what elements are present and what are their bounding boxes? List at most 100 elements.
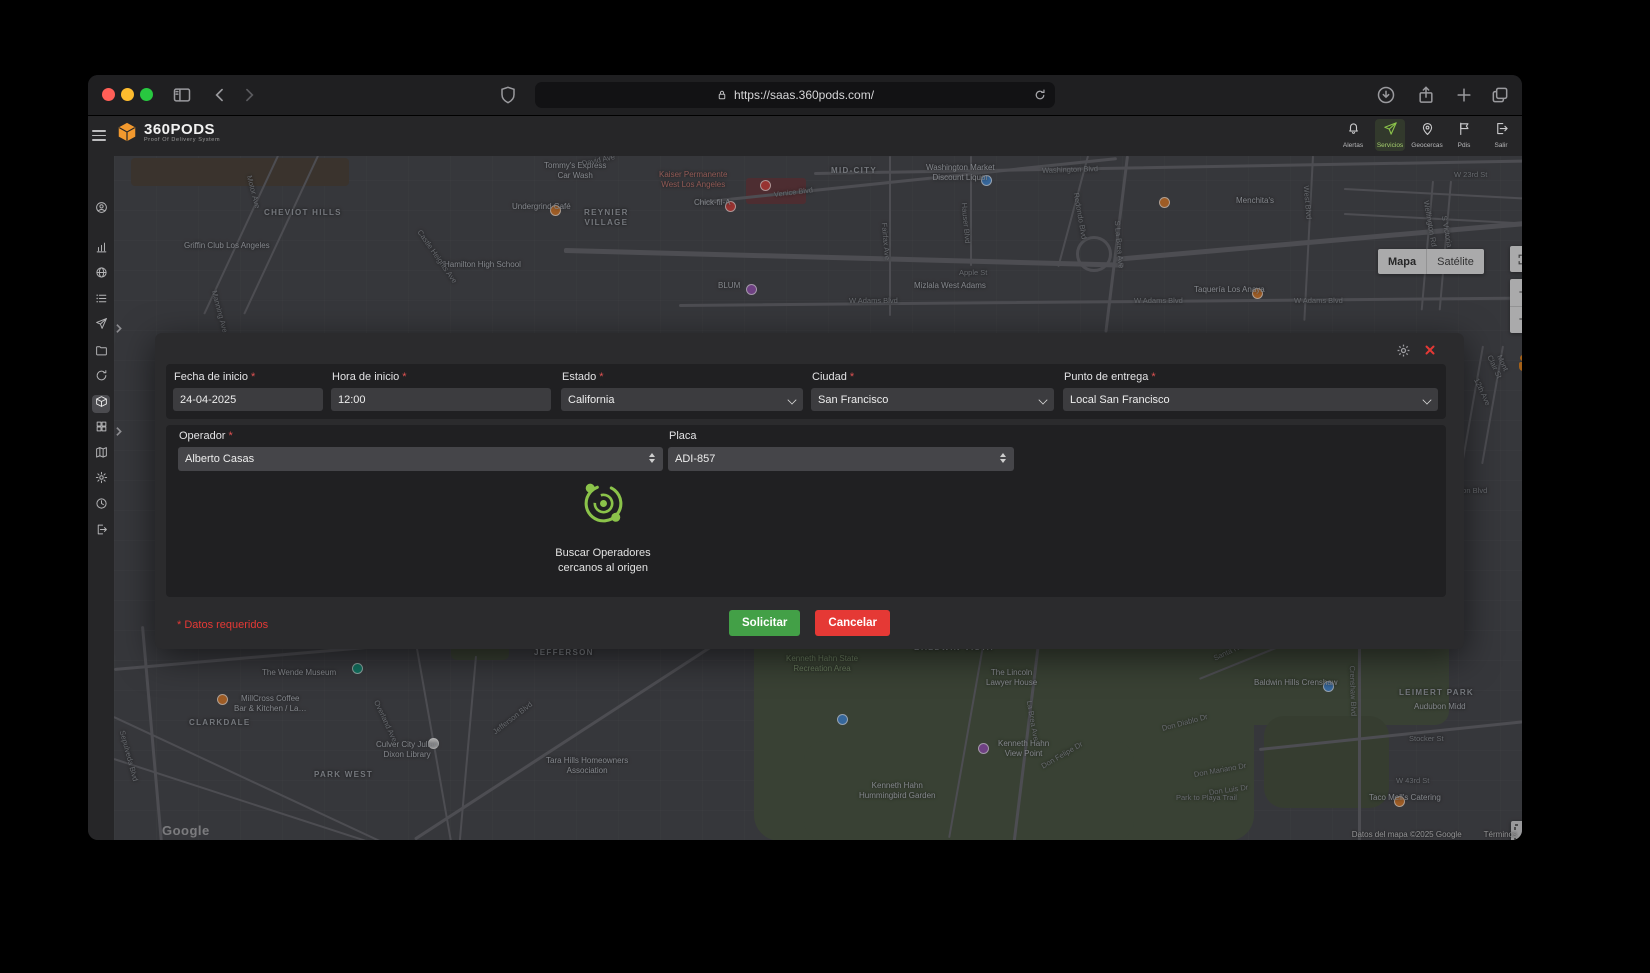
app-title: 360PODS bbox=[144, 122, 220, 137]
sidebar-item-folder[interactable] bbox=[92, 344, 110, 362]
sidebar-item-send[interactable] bbox=[92, 317, 110, 335]
map-poi-marker[interactable] bbox=[837, 714, 848, 725]
pegman-icon[interactable] bbox=[1515, 355, 1522, 372]
globe-icon bbox=[95, 266, 108, 284]
punto-entrega-select[interactable]: Local San Francisco bbox=[1063, 388, 1438, 411]
map-label: CHEVIOT HILLS bbox=[264, 208, 342, 218]
map-label: Sepulveda Blvd bbox=[117, 729, 140, 782]
tab-overview-icon[interactable] bbox=[1490, 85, 1510, 105]
sidebar-item-map[interactable] bbox=[92, 446, 110, 464]
sidebar-item-globe[interactable] bbox=[92, 266, 110, 284]
select-arrows-icon bbox=[649, 453, 655, 463]
sidebar-item-logout[interactable] bbox=[92, 523, 110, 541]
map-label: Apple St bbox=[959, 268, 987, 277]
map-type-control: Mapa Satélite bbox=[1378, 249, 1484, 274]
chevron-down-icon bbox=[1422, 395, 1431, 404]
lock-icon bbox=[716, 89, 728, 101]
ciudad-select[interactable]: San Francisco bbox=[811, 388, 1054, 411]
map-label: The Lincoln Lawyer House bbox=[986, 668, 1037, 688]
map-road bbox=[412, 626, 452, 840]
menu-toggle-icon[interactable] bbox=[92, 130, 106, 141]
chevron-down-icon bbox=[1038, 395, 1047, 404]
map-label: Audubon Midd bbox=[1414, 702, 1466, 712]
folder-icon bbox=[95, 344, 108, 362]
nav-servicios[interactable]: Servicios bbox=[1375, 119, 1405, 151]
downloads-icon[interactable] bbox=[1376, 85, 1396, 105]
map-label: Kenneth Hahn State Recreation Area bbox=[786, 654, 858, 674]
sync-icon bbox=[95, 369, 108, 387]
nav-label: Pdis bbox=[1458, 142, 1471, 149]
paper-plane-icon bbox=[1383, 121, 1398, 141]
zoom-window-button[interactable] bbox=[140, 88, 153, 101]
map-poi-marker[interactable] bbox=[1159, 197, 1170, 208]
shield-icon[interactable] bbox=[498, 85, 518, 105]
app-header: 360PODSProof Of Delivery System AlertasS… bbox=[88, 116, 1522, 156]
stats-icon bbox=[95, 241, 108, 259]
sidebar-item-history[interactable] bbox=[92, 497, 110, 515]
map-poi-marker[interactable] bbox=[746, 284, 757, 295]
placa-select[interactable]: ADI-857 bbox=[668, 447, 1014, 471]
zoom-out-button[interactable]: − bbox=[1510, 307, 1522, 334]
map-poi-marker[interactable] bbox=[352, 663, 363, 674]
modal-close-icon[interactable] bbox=[1423, 343, 1437, 357]
map-poi-marker[interactable] bbox=[760, 180, 771, 191]
list-icon bbox=[95, 292, 108, 310]
zoom-in-button[interactable]: + bbox=[1510, 279, 1522, 307]
form-row-2: Operador* Alberto Casas Placa ADI-857 Bu… bbox=[166, 425, 1446, 597]
back-icon[interactable] bbox=[210, 85, 230, 105]
exit-icon bbox=[1494, 121, 1509, 141]
minimize-window-button[interactable] bbox=[121, 88, 134, 101]
field-label: Hora de inicio* bbox=[332, 371, 551, 383]
cancelar-button[interactable]: Cancelar bbox=[815, 610, 890, 636]
nav-alertas[interactable]: Alertas bbox=[1338, 119, 1368, 151]
hora-inicio-input[interactable]: 12:00 bbox=[331, 388, 551, 411]
map-label: W Adams Blvd bbox=[1134, 296, 1183, 305]
sidebar-toggle-icon[interactable] bbox=[172, 85, 192, 105]
sidebar-item-account[interactable] bbox=[92, 201, 110, 219]
map-poi-marker[interactable] bbox=[217, 694, 228, 705]
map-label: The Wende Museum bbox=[262, 668, 336, 678]
sidebar-item-list[interactable] bbox=[92, 292, 110, 310]
map-label: MillCross Coffee Bar & Kitchen / La… bbox=[234, 694, 306, 714]
solicitar-button[interactable]: Solicitar bbox=[729, 610, 800, 636]
map-label: Overland Ave bbox=[372, 699, 399, 744]
map-label: Griffin Club Los Angeles bbox=[184, 241, 270, 251]
new-tab-icon[interactable] bbox=[1454, 85, 1474, 105]
modal-settings-icon[interactable] bbox=[1396, 343, 1411, 358]
share-icon[interactable] bbox=[1416, 85, 1436, 105]
map-label: Undergrind Café bbox=[512, 202, 571, 212]
field-label: Operador* bbox=[179, 430, 663, 442]
sidebar-item-stats[interactable] bbox=[92, 241, 110, 259]
google-watermark: Google bbox=[162, 823, 210, 838]
reload-icon[interactable] bbox=[1033, 88, 1047, 102]
map-poi-marker[interactable] bbox=[978, 743, 989, 754]
nav-salir[interactable]: Salir bbox=[1486, 119, 1516, 151]
nav-pdis[interactable]: Pdis bbox=[1449, 119, 1479, 151]
map-label: Kenneth Hahn Hummingbird Garden bbox=[859, 781, 935, 801]
address-bar[interactable]: https://saas.360pods.com/ bbox=[535, 82, 1055, 108]
search-operators-helper: Buscar Operadorescercanos al origen bbox=[518, 480, 688, 576]
sidebar-item-grid[interactable] bbox=[92, 420, 110, 438]
nav-geocercas[interactable]: Geocercas bbox=[1412, 119, 1442, 151]
terms-link[interactable]: Términos bbox=[1484, 830, 1517, 839]
close-window-button[interactable] bbox=[102, 88, 115, 101]
submenu-chevron-icon bbox=[112, 425, 117, 433]
map-label: LEIMERT PARK bbox=[1399, 688, 1474, 698]
sidebar-item-package[interactable] bbox=[92, 395, 110, 413]
map-road bbox=[459, 656, 477, 840]
map-road bbox=[814, 160, 1522, 175]
sidebar-item-sync[interactable] bbox=[92, 369, 110, 387]
map-type-satelite-button[interactable]: Satélite bbox=[1427, 249, 1484, 274]
map-type-mapa-button[interactable]: Mapa bbox=[1378, 249, 1427, 274]
sidebar-item-settings[interactable] bbox=[92, 471, 110, 489]
forward-icon[interactable] bbox=[239, 85, 259, 105]
map-canvas[interactable]: MID-CITYCHEVIOT HILLSREYNIER VILLAGECARL… bbox=[114, 156, 1522, 840]
map-label: PARK WEST bbox=[314, 770, 373, 780]
fecha-inicio-input[interactable]: 24-04-2025 bbox=[173, 388, 323, 411]
fullscreen-button[interactable] bbox=[1510, 246, 1522, 272]
map-label: Park to Playa Trail bbox=[1176, 793, 1237, 802]
app-body: MID-CITYCHEVIOT HILLSREYNIER VILLAGECARL… bbox=[88, 156, 1522, 840]
flag-icon bbox=[1457, 121, 1472, 141]
estado-select[interactable]: California bbox=[561, 388, 803, 411]
operador-select[interactable]: Alberto Casas bbox=[178, 447, 663, 471]
